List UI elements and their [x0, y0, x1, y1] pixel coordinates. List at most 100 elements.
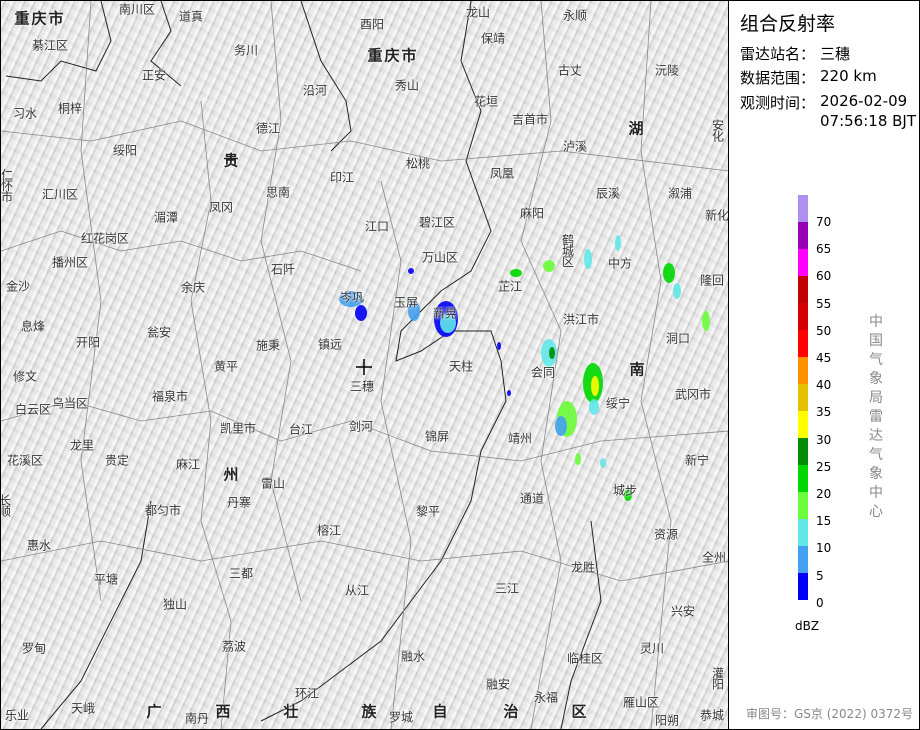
place-label: 雁山区	[622, 695, 660, 710]
radar-echo	[355, 305, 367, 321]
place-label: 从江	[344, 583, 370, 598]
place-label: 正安	[141, 68, 167, 83]
legend-swatch	[798, 249, 808, 276]
legend-tick: 55	[816, 296, 832, 311]
county-boundary	[1, 120, 728, 172]
place-label: 播州区	[51, 255, 89, 270]
place-label: 开阳	[75, 335, 101, 350]
place-label: 道真	[178, 9, 204, 24]
place-label: 贵定	[104, 453, 130, 468]
province-boundary	[560, 520, 602, 729]
place-label: 榕江	[316, 523, 342, 538]
place-label: 洪江市	[562, 312, 600, 327]
legend-swatch	[798, 465, 808, 492]
place-label: 沅陵	[654, 63, 680, 78]
place-label: 思南	[265, 185, 291, 200]
radar-echo	[673, 283, 681, 299]
legend-swatch	[798, 546, 808, 573]
station-label: 雷达站名：	[740, 45, 816, 63]
date-value: 2026-02-09	[820, 92, 908, 110]
place-label: 新晃	[432, 306, 458, 321]
place-label: 沿河	[302, 83, 328, 98]
place-label: 酉阳	[359, 17, 385, 32]
place-label: 武冈市	[674, 387, 712, 402]
place-label: 台江	[288, 422, 314, 437]
place-label: 重庆市	[367, 46, 419, 65]
province-boundary	[300, 1, 352, 152]
place-label: 都匀市	[144, 503, 182, 518]
place-label: 玉屏	[393, 295, 419, 310]
place-label: 镇远	[317, 337, 343, 352]
product-title: 组合反射率	[740, 13, 836, 35]
approval-number: 审图号：GS京 (2022) 0372号	[746, 707, 913, 721]
place-label: 綦江区	[31, 38, 69, 53]
place-label: 罗甸	[21, 641, 47, 656]
radar-echo	[584, 249, 592, 269]
legend-swatch	[798, 222, 808, 249]
place-label: 湖	[628, 119, 646, 138]
time-value: 07:56:18 BJT	[820, 112, 917, 130]
place-label: 城步	[612, 483, 638, 498]
time-label: 观测时间：	[740, 94, 816, 112]
radar-map[interactable]: 重庆市 南川区 道真 酉阳 龙山 永顺 綦江区 务川 重庆市 保靖 古丈 沅陵 正安 沿河 秀山 花垣 吉首市湖…	[1, 1, 729, 729]
place-label: 施秉	[255, 338, 281, 353]
place-label: 南川区	[118, 2, 156, 17]
place-label: 长顺	[1, 494, 12, 516]
legend-swatch	[798, 384, 808, 411]
radar-site-crosshair-icon	[356, 359, 372, 375]
place-label: 红花岗区	[80, 231, 130, 246]
range-row: 数据范围： 220 km	[740, 67, 877, 88]
place-label: 凯里市	[219, 421, 257, 436]
place-label: 重庆市	[14, 9, 66, 28]
radar-echo	[615, 235, 621, 251]
map-overlay	[1, 1, 728, 729]
place-label: 独山	[162, 597, 188, 612]
place-label: 吉首市	[511, 112, 549, 127]
place-label: 三穗	[349, 379, 375, 394]
place-label: 黎平	[415, 504, 441, 519]
info-panel: 组合反射率 雷达站名： 三穗 数据范围： 220 km 观测时间： 2026-02-0…	[730, 1, 919, 729]
place-label: 花垣	[473, 94, 499, 109]
place-label: 惠水	[26, 538, 52, 553]
radar-echo	[589, 399, 599, 415]
place-label: 族	[361, 702, 379, 721]
legend-swatch	[798, 573, 808, 600]
legend-tick: 30	[816, 432, 832, 447]
place-label: 天柱	[448, 359, 474, 374]
place-label: 壮	[283, 702, 301, 721]
legend-swatch	[798, 357, 808, 384]
place-label: 桐梓	[57, 101, 83, 116]
radar-echo	[555, 416, 567, 436]
place-label: 自	[432, 702, 450, 721]
legend-tick: 20	[816, 487, 832, 501]
place-label: 乌当区	[51, 396, 89, 411]
legend-tick: 70	[816, 215, 832, 229]
color-legend	[798, 195, 808, 600]
place-label: 三都	[228, 566, 254, 581]
county-boundary	[190, 100, 232, 729]
place-label: 修文	[12, 369, 38, 384]
place-label: 南	[629, 360, 647, 379]
radar-echo	[543, 260, 555, 272]
legend-swatch	[798, 411, 808, 438]
place-label: 绥阳	[112, 143, 138, 158]
place-label: 灌阳	[710, 667, 725, 689]
place-label: 麻江	[175, 457, 201, 472]
place-label: 新化	[704, 208, 729, 223]
place-label: 通道	[519, 491, 545, 506]
place-label: 西	[215, 702, 233, 721]
radar-echo	[575, 453, 581, 465]
place-label: 南丹	[184, 711, 210, 726]
place-label: 黄平	[213, 359, 239, 374]
radar-echo	[549, 347, 555, 359]
county-boundary	[80, 1, 102, 602]
legend-swatch	[798, 195, 808, 222]
place-label: 福泉市	[151, 389, 189, 404]
place-label: 麻阳	[519, 206, 545, 221]
place-label: 临桂区	[566, 651, 604, 666]
place-label: 务川	[233, 43, 259, 58]
legend-swatch	[798, 438, 808, 465]
radar-echo	[507, 390, 511, 396]
radar-echo	[510, 269, 522, 277]
legend-swatch	[798, 330, 808, 357]
